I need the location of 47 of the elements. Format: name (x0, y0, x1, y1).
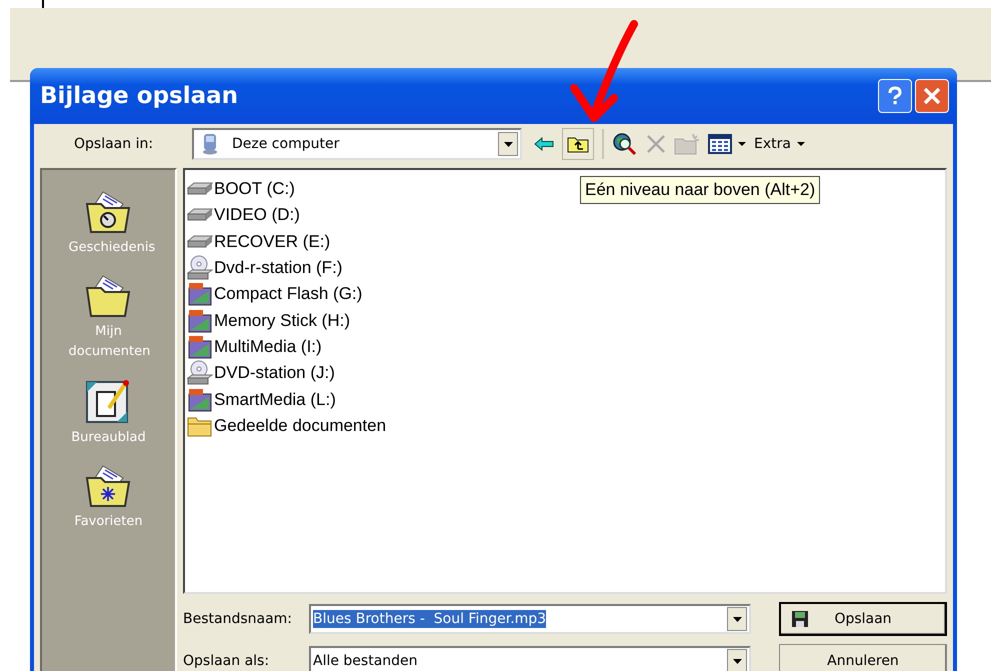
folder-up-icon (567, 135, 589, 153)
star-folder-icon (84, 464, 132, 508)
close-button[interactable] (915, 79, 949, 113)
grid-view-icon (708, 134, 732, 154)
file-list-item[interactable]: Compact Flash (G:) (187, 281, 362, 308)
file-list-item[interactable]: Gedeelde documenten (187, 412, 386, 439)
file-list-item[interactable]: VIDEO (D:) (187, 202, 300, 229)
hard-drive-icon (187, 182, 213, 196)
file-list-item[interactable]: Memory Stick (H:) (187, 307, 350, 334)
save-button[interactable]: Opslaan (779, 602, 947, 636)
caret-icon (796, 142, 805, 146)
location-value: Deze computer (232, 136, 340, 152)
up-folder-button[interactable] (562, 128, 594, 160)
documents-folder-icon (84, 274, 132, 318)
file-name-field[interactable]: Blues Brothers - Soul Finger.mp3 (309, 604, 751, 634)
file-type-label: Opslaan als: (183, 653, 270, 669)
window-title: Bijlage opslaan (40, 83, 238, 109)
views-menu-button[interactable] (708, 134, 746, 154)
file-type-dropdown[interactable]: Alle bestanden (309, 646, 751, 671)
file-list-item[interactable]: MultiMedia (I:) (187, 334, 322, 360)
hard-drive-icon (187, 208, 213, 222)
tooltip: Eén niveau naar boven (Alt+2) (580, 176, 820, 204)
cancel-button[interactable]: Annuleren (779, 644, 947, 671)
web-search-icon[interactable] (612, 132, 638, 156)
folder-icon (187, 414, 213, 437)
file-list-item[interactable]: BOOT (C:) (187, 176, 295, 202)
memory-card-icon (187, 308, 213, 333)
file-list-item[interactable]: DVD-station (J:) (187, 360, 335, 386)
file-list-item[interactable]: Dvd-r-station (F:) (187, 254, 342, 282)
save-in-label: Opslaan in: (74, 136, 154, 152)
file-list-item[interactable]: RECOVER (E:) (187, 228, 330, 255)
location-dropdown[interactable]: Deze computer (192, 128, 522, 160)
clock-folder-icon (84, 190, 132, 234)
extra-menu-button[interactable]: Extra (754, 136, 805, 152)
computer-icon (200, 133, 220, 155)
back-arrow-icon[interactable] (534, 137, 554, 151)
memory-card-icon (187, 388, 213, 412)
memory-card-icon (187, 282, 213, 306)
close-icon (921, 85, 943, 107)
memory-card-icon (187, 334, 213, 359)
caret-icon (738, 142, 746, 146)
help-button[interactable] (878, 79, 912, 113)
file-list-item[interactable]: SmartMedia (L:) (187, 386, 336, 413)
file-name-label: Bestandsnaam: (183, 611, 294, 627)
optical-drive-icon (187, 360, 213, 386)
optical-drive-icon (187, 255, 213, 282)
hard-drive-icon (187, 234, 213, 249)
